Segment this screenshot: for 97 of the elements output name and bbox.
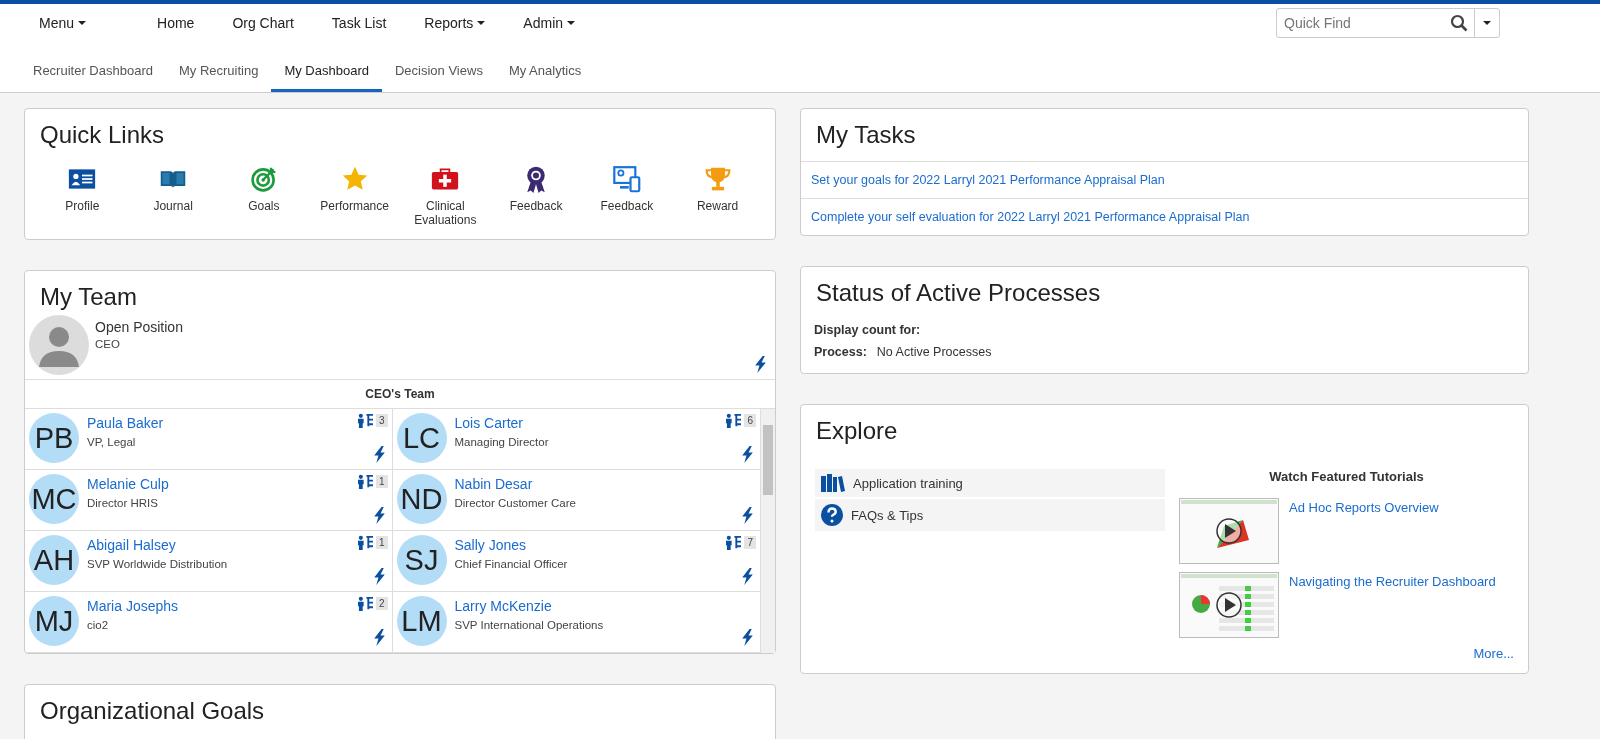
help-icon (821, 504, 843, 526)
job-title: Director Customer Care (454, 497, 576, 509)
quick-link[interactable]: Clinical Evaluations (400, 165, 491, 227)
person-link[interactable]: Sally Jones (454, 537, 568, 553)
report-count: 3 (375, 414, 388, 427)
card-title: My Team (39, 282, 138, 312)
nav-link[interactable]: Reports (405, 15, 505, 31)
quick-link[interactable]: Feedback (581, 165, 673, 227)
card-title: Status of Active Processes (815, 278, 1102, 308)
lightning-bolt-icon[interactable] (372, 507, 386, 524)
initials-avatar: MC (29, 474, 79, 524)
job-title: SVP Worldwide Distribution (87, 558, 228, 570)
report-count: 2 (375, 597, 388, 610)
avatar-silhouette-icon (29, 315, 89, 375)
devices-icon (610, 165, 643, 193)
org-chart-icon[interactable] (725, 535, 743, 550)
initials-avatar: MJ (29, 596, 79, 646)
card-title: Organizational Goals (39, 696, 266, 726)
nav-link[interactable]: Home (138, 15, 214, 31)
tab[interactable]: My Analytics (495, 63, 595, 92)
person-link[interactable]: Melanie Culp (87, 476, 169, 492)
initials-avatar: ND (396, 474, 447, 524)
team-member-card[interactable]: LM Larry McKenzie SVP International Operations (392, 592, 760, 653)
person-link[interactable]: Paula Baker (87, 415, 164, 431)
quick-link[interactable]: Goals (218, 165, 310, 227)
org-chart-icon[interactable] (725, 413, 743, 428)
field-label: Display count for: (814, 323, 922, 337)
tab[interactable]: My Dashboard (271, 63, 382, 92)
field-value: No Active Processes (876, 345, 992, 359)
person-link[interactable]: Abigail Halsey (87, 537, 228, 553)
card-title: Explore (815, 416, 899, 446)
job-title: SVP International Operations (454, 619, 604, 631)
org-chart-icon[interactable] (356, 596, 374, 611)
books-icon (821, 474, 845, 492)
person-link[interactable]: Lois Carter (454, 415, 549, 431)
nav-link[interactable]: Admin (504, 15, 595, 31)
org-chart-icon[interactable] (356, 413, 374, 428)
person-link[interactable]: Nabin Desar (454, 476, 576, 492)
report-count: 1 (375, 536, 388, 549)
team-member-card[interactable]: AH Abigail Halsey SVP Worldwide Distribution 1 (25, 531, 393, 592)
lightning-bolt-icon[interactable] (754, 356, 767, 373)
team-member-card[interactable]: SJ Sally Jones Chief Financial Officer 7 (392, 531, 760, 592)
job-title: VP, Legal (87, 436, 137, 448)
initials-avatar: LM (396, 596, 447, 646)
lightning-bolt-icon[interactable] (372, 629, 386, 646)
lightning-bolt-icon[interactable] (741, 507, 754, 524)
initials-avatar: SJ (396, 535, 447, 585)
task-link[interactable]: Set your goals for 2022 Larryl 2021 Performance Appraisal Plan (811, 173, 1165, 187)
video-thumbnail[interactable] (1179, 498, 1279, 564)
lightning-bolt-icon[interactable] (741, 568, 754, 585)
field-label: Process: (814, 345, 867, 359)
nav-link[interactable]: Menu (20, 15, 106, 31)
initials-avatar: LC (396, 413, 447, 463)
quick-link[interactable]: Reward (672, 165, 763, 227)
explore-link[interactable]: Application training (815, 469, 1165, 497)
nav-link[interactable]: Task List (312, 15, 406, 31)
report-count: 7 (744, 536, 756, 549)
quick-link[interactable]: Performance (309, 165, 400, 227)
lightning-bolt-icon[interactable] (741, 446, 754, 463)
team-member-card[interactable]: LC Lois Carter Managing Director 6 (392, 409, 760, 470)
tutorial-link[interactable]: Ad Hoc Reports Overview (1289, 498, 1439, 515)
card-title: Quick Links (39, 120, 166, 150)
lightning-bolt-icon[interactable] (741, 629, 754, 646)
report-count: 1 (375, 475, 388, 488)
initials-avatar: AH (29, 535, 79, 585)
person-name: Open Position (95, 319, 183, 335)
tutorial-link[interactable]: Navigating the Recruiter Dashboard (1289, 572, 1496, 589)
tab[interactable]: Decision Views (381, 63, 496, 92)
scrollbar[interactable] (760, 409, 775, 653)
job-title: cio2 (87, 619, 110, 631)
job-title: CEO (95, 338, 121, 350)
section-heading: Watch Featured Tutorials (1268, 469, 1425, 484)
card-title: My Tasks (801, 109, 1528, 162)
nav-link[interactable]: Org Chart (213, 15, 313, 31)
task-link[interactable]: Complete your self evaluation for 2022 Larryl 2021 Performance Appraisal Plan (811, 210, 1250, 224)
more-link[interactable]: More... (1473, 646, 1514, 661)
org-chart-icon[interactable] (356, 474, 374, 489)
team-heading: CEO's Team (25, 380, 775, 409)
job-title: Director HRIS (87, 497, 159, 509)
search-icon (1450, 14, 1468, 32)
tab[interactable]: Recruiter Dashboard (20, 63, 166, 92)
search-box[interactable]: Quick Find (1276, 8, 1500, 38)
lightning-bolt-icon[interactable] (372, 568, 386, 585)
person-link[interactable]: Larry McKenzie (454, 598, 604, 614)
video-thumbnail[interactable] (1179, 572, 1279, 638)
quick-link[interactable]: Profile (37, 165, 128, 227)
job-title: Managing Director (454, 436, 549, 448)
lightning-bolt-icon[interactable] (372, 446, 386, 463)
person-link[interactable]: Maria Josephs (87, 598, 179, 614)
initials-avatar: PB (29, 413, 79, 463)
explore-link[interactable]: FAQs & Tips (815, 499, 1165, 531)
org-chart-icon[interactable] (356, 535, 374, 550)
tab[interactable]: My Recruiting (165, 63, 272, 92)
report-count: 6 (744, 414, 756, 427)
quick-link[interactable]: Journal (127, 165, 219, 227)
quick-link[interactable]: Feedback (490, 165, 582, 227)
job-title: Chief Financial Officer (454, 558, 568, 570)
